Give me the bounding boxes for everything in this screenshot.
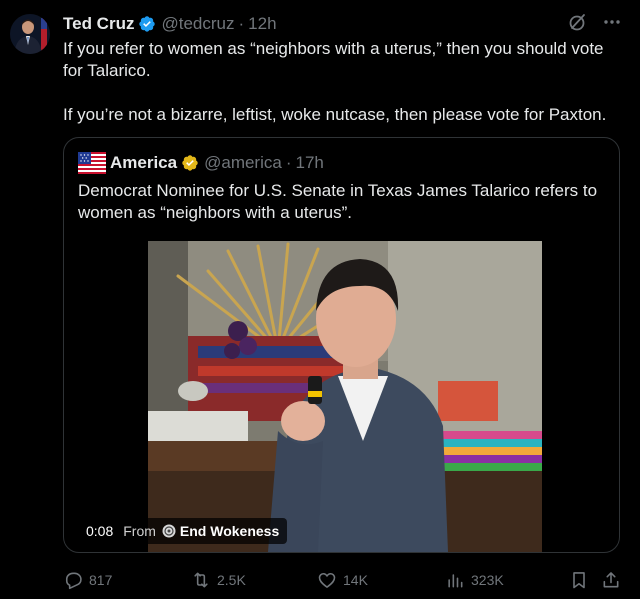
post-text-line: If you’re not a bizarre, leftist, woke n… [63,105,607,124]
separator-dot: · [238,14,245,33]
quoted-author-name[interactable]: America [110,153,177,173]
author-avatar[interactable] [10,14,50,54]
action-bar: 817 2.5K 14K 323K [63,568,623,592]
retweet-icon [194,572,208,588]
like-icon [318,572,336,588]
video-from-label: From [123,523,156,539]
author-name[interactable]: Ted Cruz [63,14,134,34]
quoted-header: America @america · 17h [78,150,324,176]
gold-verified-badge-icon [182,155,198,171]
bookmark-button[interactable] [569,568,595,592]
retweet-button[interactable]: 2.5K [191,568,246,592]
share-button[interactable] [601,568,627,592]
more-icon[interactable] [602,12,622,32]
retweet-count: 2.5K [217,572,246,588]
video-source-name[interactable]: End Wokeness [180,523,279,539]
post-text: If you refer to women as “neighbors with… [63,38,628,126]
verified-badge-icon [139,16,156,32]
video-info-overlay: 0:08 From End Wokeness [78,518,288,544]
views-count: 323K [471,572,504,588]
share-icon [603,572,619,588]
reply-button[interactable]: 817 [63,568,112,592]
post-header: Ted Cruz @tedcruz · 12h [63,12,277,36]
reply-count: 817 [89,572,113,588]
reply-icon [65,572,82,590]
grok-icon[interactable] [568,12,588,32]
video-player[interactable] [148,241,542,552]
views-button[interactable]: 323K [445,568,504,592]
video-frame [148,241,542,552]
post-timestamp[interactable]: 12h [248,14,276,34]
post-top-icons [568,12,622,32]
separator-dot: · [285,153,292,172]
video-duration: 0:08 [86,523,114,539]
bookmark-icon [573,572,585,589]
author-handle[interactable]: @tedcruz [161,14,234,34]
tweet: Ted Cruz @tedcruz · 12h If you refer to … [0,0,640,599]
quoted-author-handle[interactable]: @america [204,153,282,173]
like-button[interactable]: 14K [317,568,368,592]
quoted-timestamp[interactable]: 17h [296,153,324,173]
quoted-text: Democrat Nominee for U.S. Senate in Texa… [78,181,598,222]
us-flag-icon [78,152,106,174]
views-icon [448,574,463,588]
post-text-line: If you refer to women as “neighbors with… [63,39,604,80]
source-avatar-icon [162,524,176,538]
quoted-tweet[interactable]: America @america · 17h Democrat Nominee … [63,137,620,553]
like-count: 14K [343,572,368,588]
